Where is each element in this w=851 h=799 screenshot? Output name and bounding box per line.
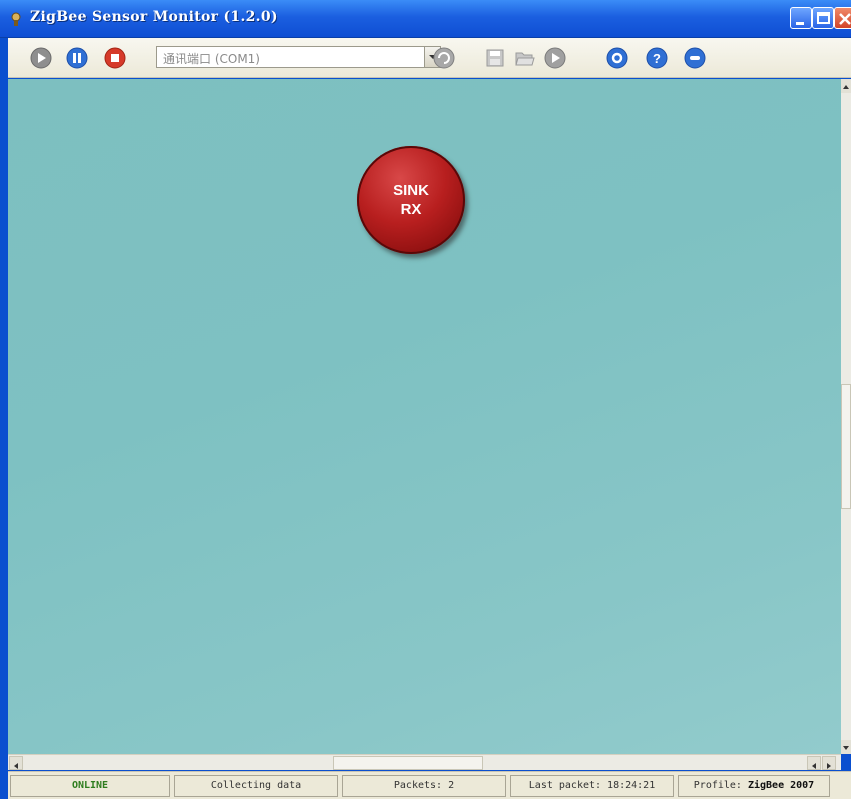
minimize-icon xyxy=(796,22,804,25)
about-button[interactable] xyxy=(684,47,706,69)
title-bar[interactable]: ZigBee Sensor Monitor (1.2.0) xyxy=(0,0,851,38)
profile-label: Profile: xyxy=(693,780,748,791)
help-icon: ? xyxy=(653,51,661,66)
maximize-button[interactable] xyxy=(812,7,834,29)
horizontal-scrollbar[interactable] xyxy=(8,754,841,770)
app-icon xyxy=(11,12,21,26)
profile-status: Profile: ZigBee 2007 xyxy=(678,775,830,797)
sink-node[interactable]: SINK RX xyxy=(357,146,465,254)
start-button[interactable] xyxy=(30,47,52,69)
packet-count: Packets: 2 xyxy=(342,775,506,797)
vertical-scroll-thumb[interactable] xyxy=(841,384,851,509)
scroll-right-button[interactable] xyxy=(822,756,836,770)
scroll-down-button[interactable] xyxy=(841,740,851,754)
vertical-scrollbar[interactable] xyxy=(841,79,851,754)
sink-node-sublabel: RX xyxy=(400,201,422,218)
pause-button[interactable] xyxy=(66,47,88,69)
scroll-up-button[interactable] xyxy=(841,79,851,93)
save-button[interactable] xyxy=(484,47,506,69)
open-button[interactable] xyxy=(514,47,536,69)
scroll-right-button-alt[interactable] xyxy=(807,756,821,770)
folder-open-icon xyxy=(515,52,535,66)
status-bar: ONLINE Collecting data Packets: 2 Last p… xyxy=(8,771,851,799)
stop-button[interactable] xyxy=(104,47,126,69)
last-packet-time: Last packet: 18:24:21 xyxy=(510,775,674,797)
close-button[interactable] xyxy=(834,7,851,29)
window-title: ZigBee Sensor Monitor (1.2.0) xyxy=(30,9,278,25)
horizontal-scroll-thumb[interactable] xyxy=(333,756,483,770)
activity-status: Collecting data xyxy=(174,775,338,797)
minimize-button[interactable] xyxy=(790,7,812,29)
network-canvas[interactable]: SINK RX xyxy=(8,79,841,754)
arrow-up-icon xyxy=(843,85,849,89)
about-icon xyxy=(690,56,700,60)
sink-node-label: SINK xyxy=(393,182,429,199)
app-window: ZigBee Sensor Monitor (1.2.0) 通讯端口 (COM1… xyxy=(0,0,851,799)
maximize-icon xyxy=(817,12,830,24)
arrow-down-icon xyxy=(843,746,849,750)
connection-status: ONLINE xyxy=(10,775,170,797)
close-icon xyxy=(839,13,851,25)
save-icon xyxy=(486,49,504,67)
port-select-value: 通讯端口 (COM1) xyxy=(163,52,260,66)
port-select[interactable]: 通讯端口 (COM1) xyxy=(156,46,441,68)
refresh-button[interactable] xyxy=(433,47,455,69)
profile-name: ZigBee 2007 xyxy=(747,780,815,791)
scroll-left-button[interactable] xyxy=(9,756,23,770)
stop-icon xyxy=(111,54,119,62)
settings-button[interactable] xyxy=(606,47,628,69)
run-button[interactable] xyxy=(544,47,566,69)
toolbar: 通讯端口 (COM1) ? xyxy=(8,38,851,78)
help-button[interactable]: ? xyxy=(646,47,668,69)
